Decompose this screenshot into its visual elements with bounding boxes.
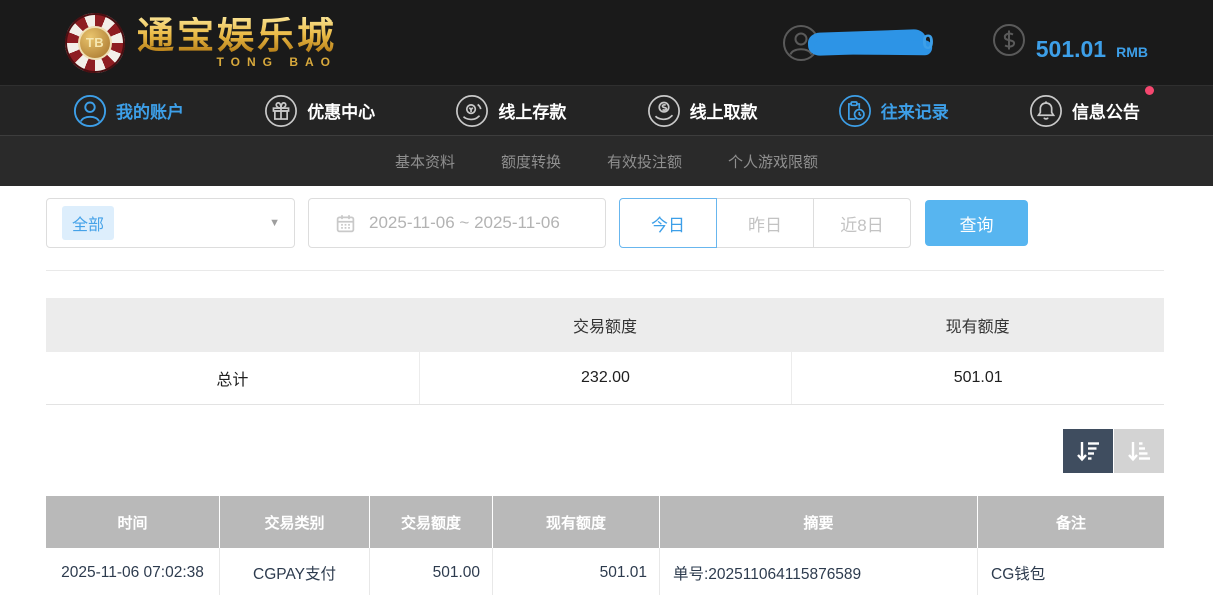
deposit-hand-coin-icon [455,94,489,128]
nav-item-my-account[interactable]: 我的账户 [73,94,184,128]
poker-chip-label: TB [78,26,112,60]
cell-remark: CG钱包 [977,548,1164,595]
nav-label: 信息公告 [1072,98,1140,123]
subnav-item-basic-info[interactable]: 基本资料 [395,151,455,172]
summary-table: 交易额度 现有额度 总计 232.00 501.01 [46,298,1164,405]
yesterday-button[interactable]: 昨日 [716,198,814,248]
cell-time: 2025-11-06 07:02:38 [46,548,219,595]
summary-current-balance: 501.01 [791,352,1164,404]
date-range-input[interactable]: 2025-11-06 ~ 2025-11-06 [308,198,606,248]
nav-label: 往来记录 [881,98,949,123]
summary-total-label: 总计 [46,352,419,404]
chevron-down-icon: ▼ [269,217,280,229]
user-circle-icon [73,94,107,128]
nav-item-transaction-records[interactable]: 往来记录 [838,94,949,128]
withdraw-hand-coin-icon [647,94,681,128]
col-header-summary: 摘要 [659,496,977,548]
cell-summary: 单号:202511064115876589 [659,548,977,595]
sort-ascending-button[interactable] [1114,429,1164,473]
filter-bar: 全部 ▼ 2025-11-06 ~ 2025-11-06 今日 昨日 近8日 查 [46,198,1164,248]
transaction-type-dropdown[interactable]: 全部 ▼ [46,198,295,248]
summary-header-current-balance: 现有额度 [791,313,1164,337]
main-navigation: 我的账户 优惠中心 线上存款 [0,85,1213,136]
bell-icon [1029,94,1063,128]
nav-label: 优惠中心 [307,98,375,123]
subnav-item-valid-bets[interactable]: 有效投注额 [607,151,682,172]
sort-amount-asc-icon [1126,438,1152,464]
today-button[interactable]: 今日 [619,198,717,248]
col-header-type: 交易类别 [219,496,369,548]
summary-table-header: 交易额度 现有额度 [46,298,1164,352]
brand-name-en: TONG BAO [217,56,337,68]
sort-controls [46,429,1164,473]
date-range-value: 2025-11-06 ~ 2025-11-06 [369,213,560,233]
calendar-icon [335,213,356,234]
search-button[interactable]: 查询 [925,200,1028,246]
balance-amount: 501.01 [1036,36,1106,63]
cell-balance: 501.01 [492,548,659,595]
records-table: 时间 交易类别 交易额度 现有额度 摘要 备注 2025-11-06 07:02… [46,496,1164,595]
main-content: 全部 ▼ 2025-11-06 ~ 2025-11-06 今日 昨日 近8日 查 [0,198,1213,595]
sort-amount-desc-icon [1075,438,1101,464]
summary-transaction-amount: 232.00 [419,352,792,404]
poker-chip-icon: TB [65,13,125,73]
brand-logo[interactable]: TB 通宝娱乐城 TONG BAO [65,13,337,73]
username-redaction-scribble [808,29,927,56]
nav-item-promotions[interactable]: 优惠中心 [264,94,375,128]
nav-label: 线上存款 [498,98,566,123]
records-table-header: 时间 交易类别 交易额度 现有额度 摘要 备注 [46,496,1164,548]
brand-name-cn: 通宝娱乐城 [137,17,337,54]
dropdown-selected-tag: 全部 [62,206,114,240]
quick-date-button-group: 今日 昨日 近8日 [619,198,911,248]
logged-in-user: 0 [782,24,934,62]
dollar-circle-icon [992,23,1026,57]
nav-label: 线上取款 [690,98,758,123]
section-divider [46,270,1164,271]
subnav-item-personal-game-limit[interactable]: 个人游戏限额 [728,151,818,172]
cell-type: CGPAY支付 [219,548,369,595]
nav-item-announcements[interactable]: 信息公告 [1029,94,1140,128]
top-header: TB 通宝娱乐城 TONG BAO 0 [0,0,1213,85]
sort-descending-button[interactable] [1063,429,1113,473]
wallet-balance: 501.01 RMB [992,23,1148,63]
records-clipboard-clock-icon [838,94,872,128]
cell-amount: 501.00 [369,548,492,595]
nav-item-online-deposit[interactable]: 线上存款 [455,94,566,128]
summary-header-transaction-amount: 交易额度 [419,313,792,337]
account-subnav: 基本资料 额度转换 有效投注额 个人游戏限额 [0,136,1213,186]
col-header-time: 时间 [46,496,219,548]
nav-item-online-withdrawal[interactable]: 线上取款 [647,94,758,128]
summary-total-row: 总计 232.00 501.01 [46,352,1164,405]
col-header-amount: 交易额度 [369,496,492,548]
balance-currency: RMB [1116,44,1148,60]
last-8-days-button[interactable]: 近8日 [813,198,911,248]
table-row: 2025-11-06 07:02:38 CGPAY支付 501.00 501.0… [46,548,1164,595]
nav-label: 我的账户 [116,98,184,123]
col-header-remark: 备注 [977,496,1164,548]
subnav-item-credit-transfer[interactable]: 额度转换 [501,151,561,172]
gift-icon [264,94,298,128]
col-header-balance: 现有额度 [492,496,659,548]
notification-dot [1145,86,1154,95]
username-suffix: 0 [922,31,934,55]
